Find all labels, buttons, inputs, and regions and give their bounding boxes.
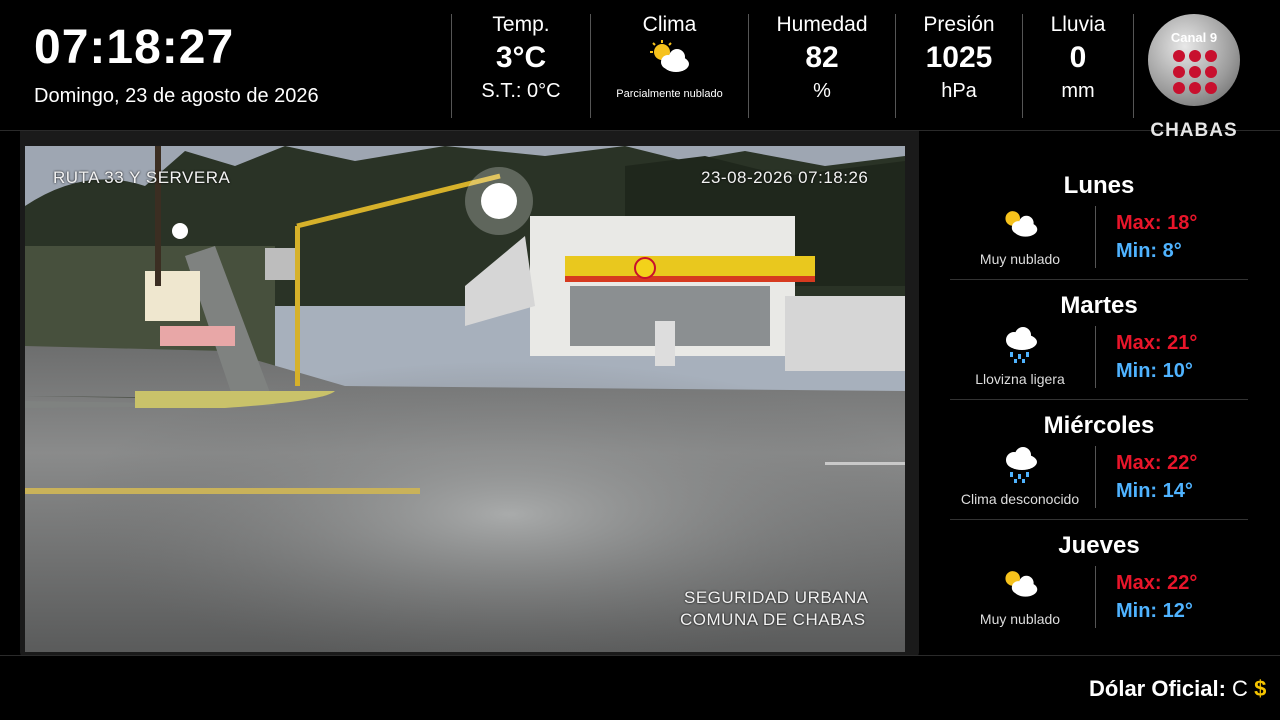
rain-value: 0 bbox=[1069, 41, 1087, 74]
camera-credit-line1: SEGURIDAD URBANA bbox=[684, 588, 869, 607]
divider bbox=[1095, 566, 1096, 628]
ticker-bar: Dólar Oficial: C $ bbox=[0, 655, 1280, 720]
camera-location: RUTA 33 Y SERVERA bbox=[53, 168, 231, 187]
temp-panel: Temp. 3°C S.T.: 0°C bbox=[452, 12, 590, 104]
rain-cloud-icon bbox=[1000, 446, 1040, 489]
forecast-panel: Lunes Muy nublado Max: 18° Min: 8° Marte… bbox=[950, 160, 1248, 640]
camera-timestamp: 23-08-2026 07:18:26 bbox=[701, 168, 869, 187]
header-bar: 07:18:27 Domingo, 23 de agosto de 2026 T… bbox=[0, 0, 1280, 131]
camera-feed: RUTA 33 Y SERVERA 23-08-2026 07:18:26 SE… bbox=[25, 146, 905, 652]
forecast-description: Muy nublado bbox=[979, 251, 1061, 267]
temp-label: Temp. bbox=[492, 13, 550, 36]
channel-logo: Canal 9 CHABAS bbox=[1146, 14, 1242, 142]
humidity-label: Humedad bbox=[776, 13, 868, 36]
forecast-description: Clima desconocido bbox=[960, 491, 1080, 507]
logo-disc: Canal 9 bbox=[1148, 14, 1240, 106]
forecast-min: Min: 12° bbox=[1116, 600, 1193, 622]
partly-cloudy-icon bbox=[591, 40, 748, 80]
feels-like: S.T.: 0°C bbox=[481, 80, 561, 102]
divider bbox=[1133, 14, 1134, 118]
forecast-max: Max: 22° bbox=[1116, 572, 1198, 594]
logo-canal-text: Canal 9 bbox=[1170, 30, 1218, 45]
forecast-min: Min: 10° bbox=[1116, 360, 1193, 382]
forecast-description: Muy nublado bbox=[979, 611, 1061, 627]
clima-panel: Clima Parcialmente nublado bbox=[591, 12, 748, 100]
rain-label: Lluvia bbox=[1050, 13, 1106, 36]
forecast-day: Martes Llovizna ligera Max: 21° Min: 10° bbox=[950, 280, 1248, 400]
ticker-money: $ bbox=[1254, 676, 1267, 701]
ticker-content: C bbox=[1232, 676, 1248, 701]
pressure-panel: Presión 1025 hPa bbox=[896, 12, 1022, 104]
pressure-label: Presión bbox=[923, 13, 995, 36]
rain-cloud-icon bbox=[1000, 326, 1040, 369]
forecast-day: Lunes Muy nublado Max: 18° Min: 8° bbox=[950, 160, 1248, 280]
divider bbox=[1095, 206, 1096, 268]
forecast-day-name: Miércoles bbox=[1043, 412, 1155, 439]
logo-dots-icon bbox=[1173, 50, 1217, 94]
forecast-max: Max: 18° bbox=[1116, 212, 1198, 234]
forecast-day-name: Jueves bbox=[1058, 532, 1140, 559]
humidity-panel: Humedad 82 % bbox=[749, 12, 895, 104]
clima-description: Parcialmente nublado bbox=[616, 88, 723, 100]
forecast-description: Llovizna ligera bbox=[975, 371, 1065, 387]
ticker-label: Dólar Oficial: bbox=[1089, 676, 1226, 701]
forecast-day-name: Lunes bbox=[1063, 172, 1135, 199]
humidity-value: 82 bbox=[805, 41, 839, 74]
partly-cloudy-icon bbox=[1000, 566, 1040, 605]
camera-credit-line2: COMUNA DE CHABAS bbox=[680, 610, 866, 629]
rain-unit: mm bbox=[1061, 80, 1095, 102]
forecast-max: Max: 22° bbox=[1116, 452, 1198, 474]
partly-cloudy-icon bbox=[1000, 206, 1040, 245]
forecast-day-name: Martes bbox=[1060, 292, 1138, 319]
clima-label: Clima bbox=[642, 13, 697, 36]
forecast-min: Min: 14° bbox=[1116, 480, 1193, 502]
forecast-min: Min: 8° bbox=[1116, 240, 1182, 262]
forecast-max: Max: 21° bbox=[1116, 332, 1198, 354]
pressure-value: 1025 bbox=[925, 41, 993, 74]
divider bbox=[1095, 446, 1096, 508]
humidity-unit: % bbox=[813, 80, 831, 102]
divider bbox=[1095, 326, 1096, 388]
logo-name: CHABAS bbox=[1150, 120, 1238, 141]
date: Domingo, 23 de agosto de 2026 bbox=[34, 85, 319, 107]
ticker-text: Dólar Oficial: C $ bbox=[1089, 676, 1266, 702]
pressure-unit: hPa bbox=[941, 80, 977, 102]
clock: 07:18:27 bbox=[34, 21, 235, 74]
temp-value: 3°C bbox=[495, 41, 547, 74]
rain-panel: Lluvia 0 mm bbox=[1023, 12, 1133, 104]
forecast-day: Miércoles Clima desconocido Max: 22° Min… bbox=[950, 400, 1248, 520]
forecast-day: Jueves Muy nublado Max: 22° Min: 12° bbox=[950, 520, 1248, 640]
